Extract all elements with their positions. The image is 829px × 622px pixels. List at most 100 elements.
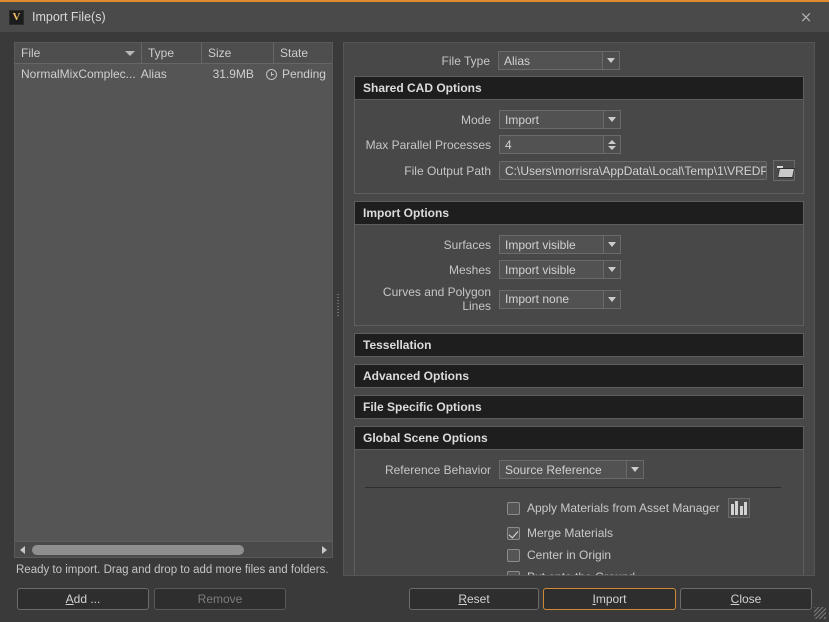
- folder-icon: [777, 165, 791, 176]
- checkbox-merge-materials-row[interactable]: Merge Materials: [507, 526, 795, 540]
- group-tessellation: Tessellation: [354, 333, 804, 357]
- max-parallel-processes-label: Max Parallel Processes: [365, 137, 491, 152]
- group-global-scene-options: Global Scene Options Reference Behavior …: [354, 426, 804, 575]
- reference-behavior-row: Reference Behavior Source Reference: [355, 460, 795, 479]
- chevron-down-icon[interactable]: [602, 52, 619, 69]
- column-header-size[interactable]: Size: [202, 43, 274, 64]
- reference-behavior-label: Reference Behavior: [384, 462, 491, 477]
- mode-row: Mode Import: [355, 110, 795, 129]
- group-body-global-scene: Reference Behavior Source Reference Appl…: [355, 450, 803, 575]
- cell-state-label: Pending: [281, 67, 326, 81]
- cell-type: Alias: [140, 67, 167, 81]
- surfaces-value: Import visible: [505, 237, 576, 252]
- group-body-shared-cad: Mode Import Max Parallel Processes 4 Fil…: [355, 100, 803, 193]
- options-pane: File Type Alias Shared CAD Options Mode …: [343, 42, 815, 576]
- column-header-file[interactable]: File: [15, 43, 142, 64]
- meshes-label: Meshes: [448, 262, 491, 277]
- scroll-left-icon[interactable]: [15, 542, 30, 557]
- import-button[interactable]: Import: [543, 588, 676, 610]
- curves-value: Import none: [505, 292, 570, 306]
- column-label-state: State: [280, 46, 309, 60]
- remove-button: Remove: [154, 588, 286, 610]
- group-advanced-options: Advanced Options: [354, 364, 804, 388]
- curves-dropdown[interactable]: Import none: [499, 289, 621, 309]
- chevron-down-icon[interactable]: [626, 461, 643, 478]
- status-text: Ready to import. Drag and drop to add mo…: [16, 564, 329, 576]
- group-header-shared-cad[interactable]: Shared CAD Options: [355, 77, 803, 100]
- group-header-advanced-options[interactable]: Advanced Options: [355, 365, 803, 387]
- reset-button[interactable]: Reset: [409, 588, 539, 610]
- stepper-arrows-icon[interactable]: [603, 136, 620, 153]
- dialog-body: File Type Size State NormalMixComplec...…: [0, 34, 829, 576]
- scrollbar-thumb[interactable]: [32, 544, 245, 555]
- group-header-global-scene[interactable]: Global Scene Options: [355, 427, 803, 450]
- mode-dropdown[interactable]: Import: [499, 110, 621, 129]
- file-table-header: File Type Size State: [15, 43, 332, 64]
- window-title: Import File(s): [32, 10, 106, 24]
- add-button[interactable]: Add ...: [17, 588, 149, 610]
- checkbox-center-in-origin-row[interactable]: Center in Origin: [507, 548, 795, 562]
- scrollbar-track[interactable]: [30, 544, 317, 556]
- reference-behavior-dropdown[interactable]: Source Reference: [499, 460, 644, 479]
- remove-button-label: Remove: [197, 592, 243, 606]
- file-type-dropdown[interactable]: Alias: [498, 51, 620, 70]
- reset-button-label: Reset: [458, 592, 490, 606]
- sort-descending-icon: [125, 51, 135, 56]
- mode-value: Import: [505, 112, 540, 127]
- meshes-row: Meshes Import visible: [355, 260, 795, 279]
- max-parallel-processes-value: 4: [505, 137, 512, 152]
- curves-label: Curves and Polygon Lines: [382, 285, 491, 313]
- file-list-pane: File Type Size State NormalMixComplec...…: [0, 34, 333, 576]
- checkbox-center-in-origin[interactable]: [507, 548, 520, 562]
- column-header-state[interactable]: State: [274, 43, 332, 64]
- checkbox-apply-materials-row[interactable]: Apply Materials from Asset Manager: [507, 498, 795, 518]
- close-icon[interactable]: ×: [783, 2, 829, 32]
- checkbox-merge-materials[interactable]: [507, 526, 520, 540]
- asset-manager-icon[interactable]: [727, 498, 750, 518]
- section-divider: [365, 487, 781, 488]
- import-button-label: Import: [592, 592, 627, 606]
- browse-folder-button[interactable]: [773, 160, 795, 181]
- group-body-import-options: Surfaces Import visible Meshes Import vi…: [355, 225, 803, 325]
- horizontal-scrollbar[interactable]: [15, 541, 332, 557]
- checkbox-label-merge-materials: Merge Materials: [527, 526, 614, 540]
- close-button[interactable]: Close: [680, 588, 812, 610]
- pane-splitter[interactable]: [333, 34, 343, 576]
- column-label-type: Type: [148, 46, 175, 60]
- surfaces-row: Surfaces Import visible: [355, 235, 795, 254]
- group-shared-cad-options: Shared CAD Options Mode Import Max Paral…: [354, 76, 804, 194]
- mode-label: Mode: [460, 112, 491, 127]
- surfaces-label: Surfaces: [443, 237, 491, 252]
- file-output-path-input[interactable]: C:\Users\morrisra\AppData\Local\Temp\1\V…: [499, 161, 767, 180]
- chevron-down-icon[interactable]: [603, 236, 620, 253]
- chevron-down-icon[interactable]: [603, 290, 620, 308]
- column-label-size: Size: [208, 46, 232, 60]
- max-parallel-processes-row: Max Parallel Processes 4: [355, 135, 795, 154]
- group-header-import-options[interactable]: Import Options: [355, 202, 803, 225]
- file-table-body: NormalMixComplec... Alias 31.9MB Pending: [15, 64, 332, 541]
- group-header-file-specific-options[interactable]: File Specific Options: [355, 396, 803, 418]
- column-header-type[interactable]: Type: [142, 43, 202, 64]
- table-row[interactable]: NormalMixComplec... Alias 31.9MB Pending: [15, 64, 332, 84]
- scroll-right-icon[interactable]: [317, 542, 332, 557]
- resize-grip-icon[interactable]: [814, 607, 826, 619]
- chevron-down-icon[interactable]: [603, 261, 620, 278]
- cell-state: Pending: [260, 67, 332, 81]
- close-button-label: Close: [730, 592, 762, 606]
- reference-behavior-value: Source Reference: [505, 462, 602, 477]
- add-button-label: Add ...: [65, 592, 101, 606]
- file-output-path-label: File Output Path: [404, 163, 491, 178]
- splitter-grip-icon: [337, 294, 339, 316]
- clock-icon: [265, 68, 277, 80]
- meshes-dropdown[interactable]: Import visible: [499, 260, 621, 279]
- max-parallel-processes-stepper[interactable]: 4: [499, 135, 621, 154]
- file-output-path-row: File Output Path C:\Users\morrisra\AppDa…: [355, 160, 795, 181]
- cell-file: NormalMixComplec...: [21, 67, 135, 81]
- group-import-options: Import Options Surfaces Import visible M…: [354, 201, 804, 326]
- title-bar: Import File(s) ×: [0, 2, 829, 32]
- column-label-file: File: [21, 46, 41, 60]
- chevron-down-icon[interactable]: [603, 111, 620, 128]
- surfaces-dropdown[interactable]: Import visible: [499, 235, 621, 254]
- group-header-tessellation[interactable]: Tessellation: [355, 334, 803, 356]
- checkbox-apply-materials[interactable]: [507, 501, 520, 515]
